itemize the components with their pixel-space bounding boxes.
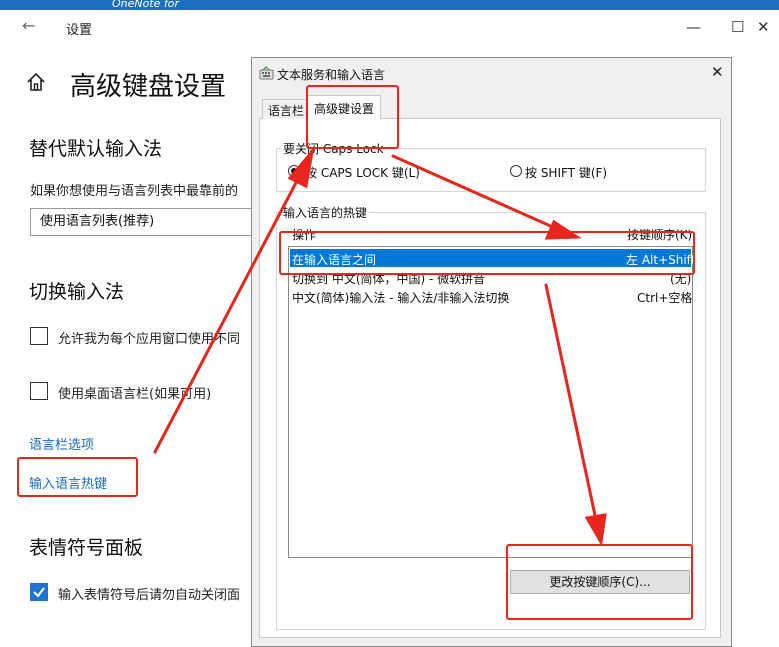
- annotation-arrowhead: [584, 513, 607, 547]
- annotation-arrowhead: [544, 219, 582, 240]
- annotation-arrow: [544, 283, 598, 522]
- annotation-arrow: [391, 154, 557, 230]
- annotation-arrow: [153, 173, 302, 454]
- annotation-arrows: [153, 146, 607, 547]
- annotation-arrowhead: [287, 146, 315, 189]
